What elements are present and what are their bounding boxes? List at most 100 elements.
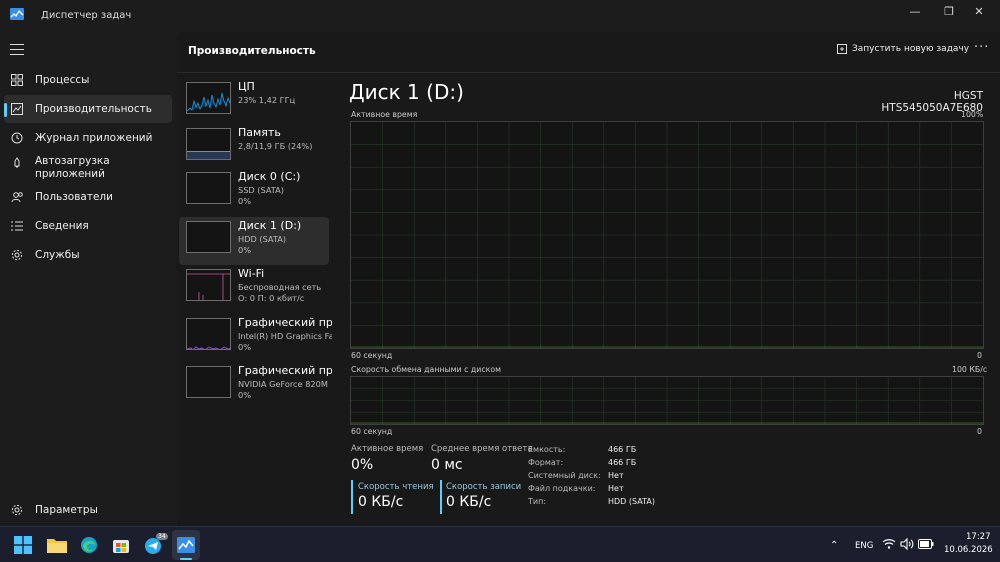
resource-name: Память — [238, 126, 281, 139]
avg-response-label: Среднее время ответа — [431, 444, 533, 454]
app-history-icon — [10, 131, 24, 145]
resource-sub: 0% — [238, 196, 251, 206]
nav-item-app-history[interactable]: Журнал приложений — [4, 124, 172, 152]
resource-name: Диск 0 (C:) — [238, 170, 301, 183]
nav-item-performance[interactable]: Производительность — [4, 95, 172, 123]
resource-sub: О: 0 П: 0 кбит/с — [238, 293, 305, 303]
type-value: HDD (SATA) — [608, 497, 655, 506]
main-panel: Производительность Запустить новую задач… — [177, 32, 1000, 526]
clock-date[interactable]: 10.06.2026 — [944, 545, 993, 555]
run-new-task-button[interactable]: Запустить новую задачу — [837, 44, 969, 54]
read-speed-value: 0 КБ/с — [358, 494, 404, 510]
navigation-pane: Процессы Производительность Журнал прило… — [0, 32, 177, 526]
performance-chart-icon — [10, 102, 24, 116]
active-time-graph-label: Активное время — [351, 110, 418, 119]
page-title: Производительность — [188, 45, 316, 57]
resource-sub: HDD (SATA) — [238, 234, 287, 244]
wifi-icon[interactable] — [881, 535, 897, 553]
nav-label-details: Сведения — [35, 219, 89, 232]
resource-item-cpu[interactable]: ЦП 23% 1,42 ГГц — [179, 78, 329, 126]
active-app-indicator — [180, 558, 192, 560]
nav-item-processes[interactable]: Процессы — [4, 66, 172, 94]
minimize-button[interactable]: — — [898, 0, 932, 22]
format-key: Формат: — [528, 458, 564, 467]
transfer-rate-graph-time-right: 0 — [977, 427, 982, 436]
transfer-rate-graph-label: Скорость обмена данными с диском — [351, 365, 501, 374]
resource-name: Графический про — [238, 364, 332, 377]
clock-time[interactable]: 17:27 — [966, 532, 991, 542]
resource-name: ЦП — [238, 80, 255, 93]
more-options-icon[interactable]: ··· — [974, 40, 989, 55]
task-manager-icon[interactable] — [175, 534, 197, 556]
hamburger-menu-icon[interactable] — [10, 44, 24, 55]
resource-item-memory[interactable]: Память 2,8/11,9 ГБ (24%) — [179, 124, 329, 172]
nav-item-startup-apps[interactable]: Автозагрузка приложений — [4, 152, 172, 186]
read-speed-label: Скорость чтения — [358, 482, 434, 492]
memory-thumbnail-graph — [186, 128, 231, 160]
resource-name: Диск 1 (D:) — [238, 219, 302, 232]
gpu1-thumbnail-graph — [186, 366, 231, 398]
resource-item-gpu-1[interactable]: Графический про NVIDIA GeForce 820M 0% — [179, 362, 332, 410]
tray-overflow-chevron-icon[interactable]: ⌃ — [830, 540, 838, 551]
disk-title: Диск 1 (D:) — [349, 80, 464, 104]
avg-response-value: 0 мс — [431, 457, 463, 473]
battery-icon[interactable] — [917, 535, 935, 553]
disk0-thumbnail-graph — [186, 172, 231, 204]
nav-item-details[interactable]: Сведения — [4, 212, 172, 240]
resource-sub: 2,8/11,9 ГБ (24%) — [238, 141, 313, 151]
active-time-graph-time-left: 60 секунд — [351, 351, 393, 360]
nav-item-users[interactable]: Пользователи — [4, 183, 172, 211]
system-disk-value: Нет — [608, 471, 624, 480]
task-manager-window: Диспетчер задач — ❐ ✕ Процессы Производи… — [0, 0, 1000, 526]
minimize-icon: — — [909, 4, 921, 18]
services-gear-icon — [10, 248, 24, 262]
run-task-icon — [837, 44, 847, 54]
nav-label-app-history: Журнал приложений — [35, 131, 153, 144]
startup-apps-icon — [10, 156, 24, 170]
transfer-rate-graph — [350, 376, 984, 425]
nav-item-settings[interactable]: Параметры — [4, 496, 172, 524]
maximize-button[interactable]: ❐ — [932, 0, 966, 22]
active-time-value: 0% — [351, 457, 374, 473]
active-time-graph-max: 100% — [961, 110, 984, 119]
volume-icon[interactable] — [899, 535, 915, 553]
nav-item-services[interactable]: Службы — [4, 241, 172, 269]
resource-sub: 0% — [238, 245, 251, 255]
edge-icon[interactable] — [78, 534, 100, 556]
write-speed-indicator — [440, 480, 442, 514]
system-disk-key: Системный диск: — [528, 471, 601, 480]
resource-sub: NVIDIA GeForce 820M — [238, 379, 328, 389]
nav-label-services: Службы — [35, 248, 80, 261]
active-time-graph-time-right: 0 — [977, 351, 982, 360]
write-speed-value: 0 КБ/с — [446, 494, 492, 510]
page-file-value: Нет — [608, 484, 624, 493]
maximize-icon: ❐ — [944, 4, 954, 18]
capacity-value: 466 ГБ — [608, 445, 637, 454]
resource-sub: Intel(R) HD Graphics Far — [238, 331, 332, 341]
type-key: Тип: — [528, 497, 547, 506]
resource-item-gpu-0[interactable]: Графический про Intel(R) HD Graphics Far… — [179, 314, 332, 362]
file-explorer-icon[interactable] — [46, 534, 68, 556]
run-task-label: Запустить новую задачу — [852, 44, 970, 54]
active-indicator — [4, 103, 7, 117]
page-file-key: Файл подкачки: — [528, 484, 596, 493]
resource-item-disk-1[interactable]: Диск 1 (D:) HDD (SATA) 0% — [179, 217, 329, 265]
write-speed-label: Скорость записи — [446, 482, 522, 492]
task-manager-app-icon — [10, 8, 24, 20]
telegram-badge: 34 — [156, 533, 168, 540]
resource-item-disk-0[interactable]: Диск 0 (C:) SSD (SATA) 0% — [179, 168, 329, 216]
cpu-thumbnail-graph — [186, 82, 231, 114]
start-icon[interactable] — [12, 534, 34, 556]
nav-label-settings: Параметры — [35, 503, 98, 516]
resource-item-wifi[interactable]: Wi-Fi Беспроводная сеть О: 0 П: 0 кбит/с — [179, 265, 329, 313]
input-language[interactable]: ENG — [855, 541, 873, 551]
transfer-rate-graph-time-left: 60 секунд — [351, 427, 393, 436]
store-icon[interactable] — [110, 534, 132, 556]
resource-sub: SSD (SATA) — [238, 185, 284, 195]
resource-sub: 0% — [238, 342, 251, 352]
header-divider — [177, 72, 1000, 73]
processes-grid-icon — [10, 73, 24, 87]
resource-sub: Беспроводная сеть — [238, 282, 322, 292]
telegram-icon[interactable]: 34 — [143, 533, 168, 556]
close-button[interactable]: ✕ — [962, 0, 996, 22]
